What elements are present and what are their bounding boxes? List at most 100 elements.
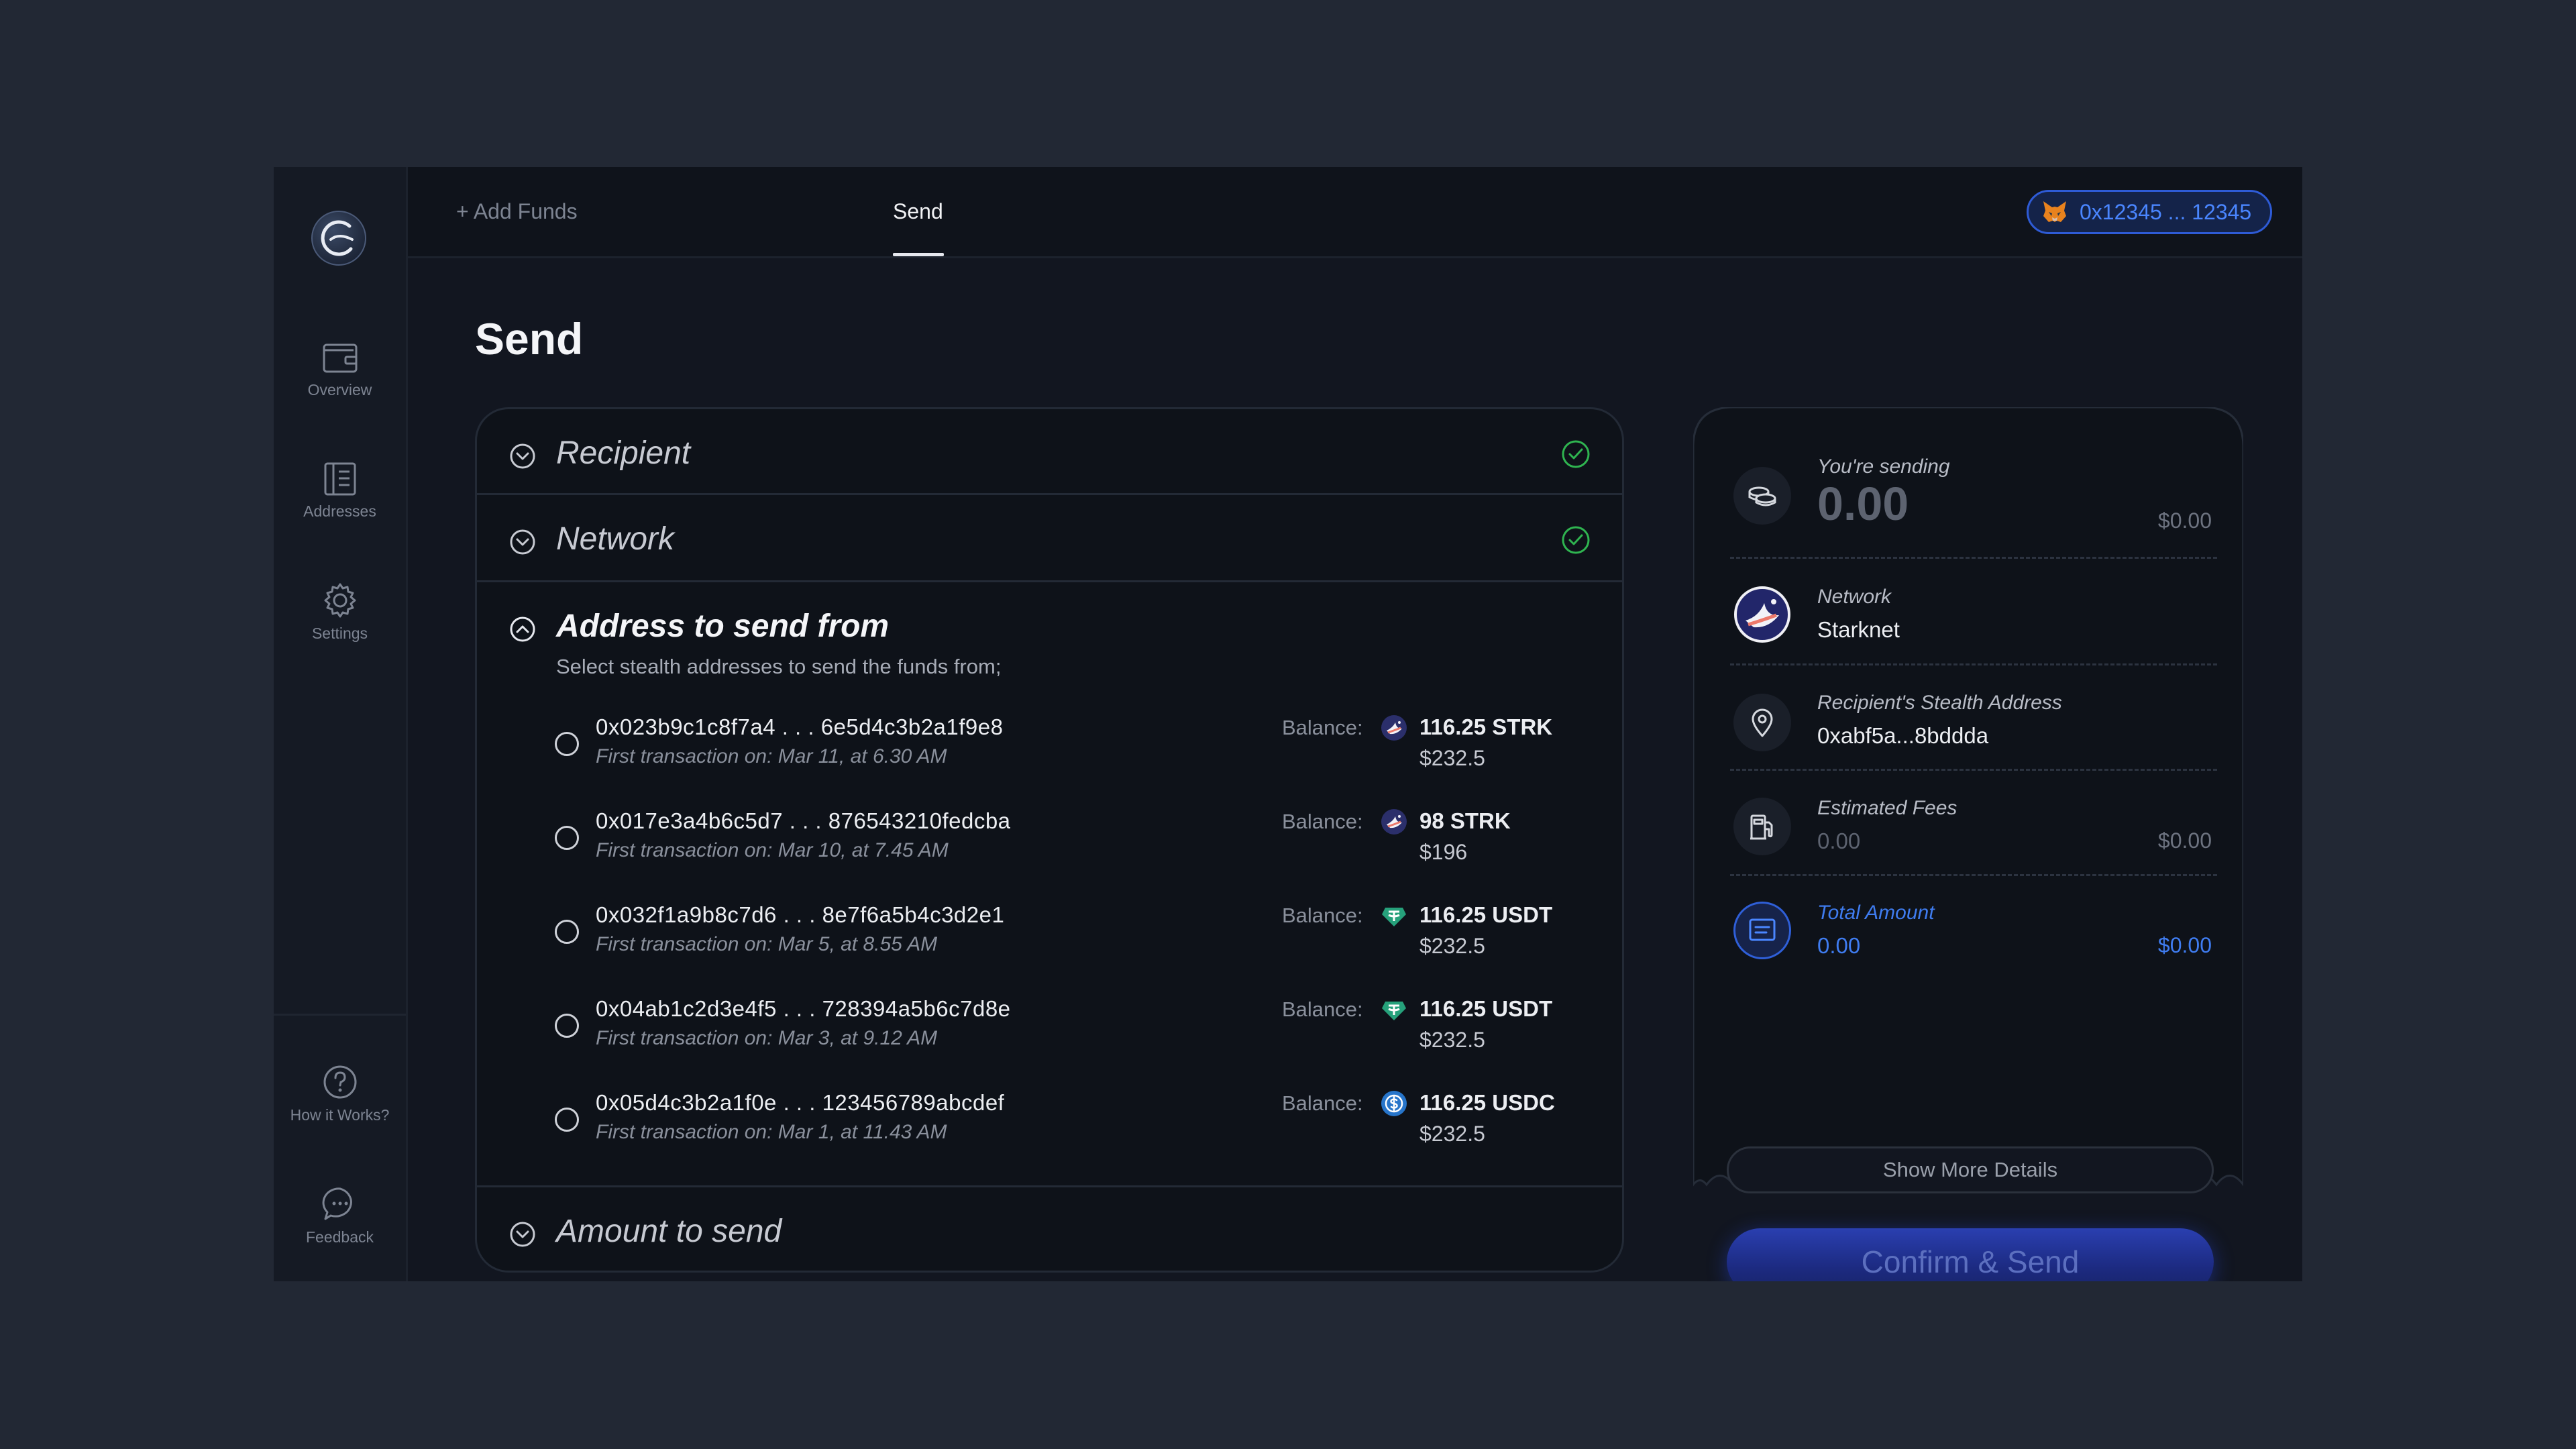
check-circle-icon xyxy=(1562,526,1590,554)
balance-label: Balance: xyxy=(1282,1091,1363,1115)
addresses-icon xyxy=(324,462,356,496)
receipt-icon xyxy=(1733,902,1791,959)
network-value: Starknet xyxy=(1817,617,1900,642)
recipient-section-header[interactable]: Recipient xyxy=(477,409,1622,495)
sidebar-item-settings[interactable]: Settings xyxy=(274,582,406,643)
balance-usd: $232.5 xyxy=(1419,934,1485,958)
sidebar-item-label: Overview xyxy=(307,381,372,398)
network-section-header[interactable]: Network xyxy=(477,495,1622,582)
total-label: Total Amount xyxy=(1817,902,1935,924)
address-radio[interactable] xyxy=(555,920,579,944)
sidebar-item-how-it-works[interactable]: How it Works? xyxy=(274,1063,406,1124)
top-bar: + Add Funds Send 0x12345 ... 12345 xyxy=(408,167,2302,258)
balance-usd: $232.5 xyxy=(1419,1028,1485,1052)
balance-token: 116.25 STRK xyxy=(1419,714,1553,739)
tab-active-indicator xyxy=(893,253,944,256)
wallet-icon xyxy=(323,343,357,373)
chevron-down-icon xyxy=(510,1222,535,1247)
tab-send[interactable]: Send xyxy=(893,199,943,224)
address-row[interactable]: 0x032f1a9b8c7d6 . . . 8e7f6a5b4c3d2e1 Fi… xyxy=(477,902,1622,989)
address-text: 0x032f1a9b8c7d6 . . . 8e7f6a5b4c3d2e1 xyxy=(596,902,1005,927)
app-logo-icon[interactable] xyxy=(311,210,367,266)
total-value: 0.00 xyxy=(1817,933,1861,958)
network-section-title: Network xyxy=(556,521,675,557)
balance-label: Balance: xyxy=(1282,716,1363,739)
coins-icon xyxy=(1733,467,1791,525)
sending-usd: $0.00 xyxy=(2157,508,2212,533)
balance-usd: $232.5 xyxy=(1419,746,1485,770)
address-radio[interactable] xyxy=(555,732,579,756)
gear-icon xyxy=(324,583,356,618)
divider xyxy=(1730,663,2217,665)
recipient-label: Recipient's Stealth Address xyxy=(1817,692,2062,714)
recipient-address: 0xabf5a...8bddda xyxy=(1817,723,1989,748)
address-first-tx: First transaction on: Mar 11, at 6.30 AM xyxy=(596,745,947,767)
send-summary-card: You're sending 0.00 $0.00 Network Starkn… xyxy=(1693,407,2243,1281)
usdc-icon xyxy=(1381,1091,1407,1116)
check-circle-icon xyxy=(1562,440,1590,468)
sidebar-divider xyxy=(274,1014,406,1016)
total-usd: $0.00 xyxy=(2157,933,2212,957)
starknet-icon xyxy=(1381,809,1407,835)
address-text: 0x04ab1c2d3e4f5 . . . 728394a5b6c7d8e xyxy=(596,996,1011,1021)
address-text: 0x05d4c3b2a1f0e . . . 123456789abcdef xyxy=(596,1090,1005,1115)
location-pin-icon xyxy=(1733,694,1791,751)
sidebar-item-feedback[interactable]: Feedback xyxy=(274,1185,406,1246)
wallet-address: 0x12345 ... 12345 xyxy=(2080,199,2252,224)
usdt-icon xyxy=(1382,908,1406,926)
app-window: Overview Addresses Settings How it Works xyxy=(274,167,2302,1281)
balance-usd: $232.5 xyxy=(1419,1122,1485,1146)
fees-label: Estimated Fees xyxy=(1817,797,1957,819)
chevron-down-icon xyxy=(510,529,535,555)
feedback-icon xyxy=(322,1187,352,1220)
address-row[interactable]: 0x017e3a4b6c5d7 . . . 876543210fedcba Fi… xyxy=(477,808,1622,896)
help-icon xyxy=(323,1065,356,1099)
sidebar-item-addresses[interactable]: Addresses xyxy=(274,460,406,521)
address-first-tx: First transaction on: Mar 10, at 7.45 AM xyxy=(596,839,949,861)
starknet-icon xyxy=(1381,715,1407,741)
chevron-down-icon xyxy=(510,443,535,469)
sidebar: Overview Addresses Settings How it Works xyxy=(274,167,408,1281)
page-title: Send xyxy=(475,314,584,364)
address-first-tx: First transaction on: Mar 1, at 11.43 AM xyxy=(596,1121,947,1143)
amount-section-header[interactable]: Amount to send xyxy=(477,1187,1622,1271)
fees-usd: $0.00 xyxy=(2157,828,2212,853)
address-first-tx: First transaction on: Mar 5, at 8.55 AM xyxy=(596,933,938,955)
network-label: Network xyxy=(1817,586,1892,608)
address-radio[interactable] xyxy=(555,1014,579,1038)
balance-label: Balance: xyxy=(1282,904,1363,927)
sidebar-item-label: Addresses xyxy=(303,502,376,520)
address-radio[interactable] xyxy=(555,1108,579,1132)
divider xyxy=(1730,557,2217,559)
sending-amount: 0.00 xyxy=(1817,478,1909,530)
balance-token: 116.25 USDT xyxy=(1419,996,1553,1021)
address-row[interactable]: 0x023b9c1c8f7a4 . . . 6e5d4c3b2a1f9e8 Fi… xyxy=(477,714,1622,802)
address-text: 0x017e3a4b6c5d7 . . . 876543210fedcba xyxy=(596,808,1011,833)
address-from-section-title: Address to send from xyxy=(556,608,890,644)
address-row[interactable]: 0x05d4c3b2a1f0e . . . 123456789abcdef Fi… xyxy=(477,1090,1622,1177)
address-row[interactable]: 0x04ab1c2d3e4f5 . . . 728394a5b6c7d8e Fi… xyxy=(477,996,1622,1083)
balance-label: Balance: xyxy=(1282,998,1363,1021)
send-steps-accordion: Recipient Network Address to send from S… xyxy=(475,407,1624,1273)
usdt-icon xyxy=(1382,1002,1406,1020)
chevron-up-icon[interactable] xyxy=(509,616,536,643)
balance-label: Balance: xyxy=(1282,810,1363,833)
starknet-icon xyxy=(1734,586,1790,643)
balance-usd: $196 xyxy=(1419,840,1468,864)
address-text: 0x023b9c1c8f7a4 . . . 6e5d4c3b2a1f9e8 xyxy=(596,714,1004,739)
address-radio[interactable] xyxy=(555,826,579,850)
sidebar-item-overview[interactable]: Overview xyxy=(274,338,406,399)
fees-value: 0.00 xyxy=(1817,828,1861,853)
sidebar-item-label: Feedback xyxy=(305,1228,374,1246)
sidebar-item-label: Settings xyxy=(311,625,368,642)
show-more-details-button[interactable]: Show More Details xyxy=(1727,1146,2214,1193)
balance-token: 98 STRK xyxy=(1419,808,1511,833)
confirm-send-button[interactable]: Confirm & Send xyxy=(1727,1228,2214,1281)
amount-section-title: Amount to send xyxy=(556,1214,782,1249)
recipient-section-title: Recipient xyxy=(556,435,691,471)
sending-label: You're sending xyxy=(1817,455,1950,478)
tab-add-funds[interactable]: + Add Funds xyxy=(456,199,578,224)
wallet-address-button[interactable]: 0x12345 ... 12345 xyxy=(2027,190,2272,234)
divider xyxy=(1730,769,2217,771)
balance-token: 116.25 USDC xyxy=(1419,1090,1555,1115)
